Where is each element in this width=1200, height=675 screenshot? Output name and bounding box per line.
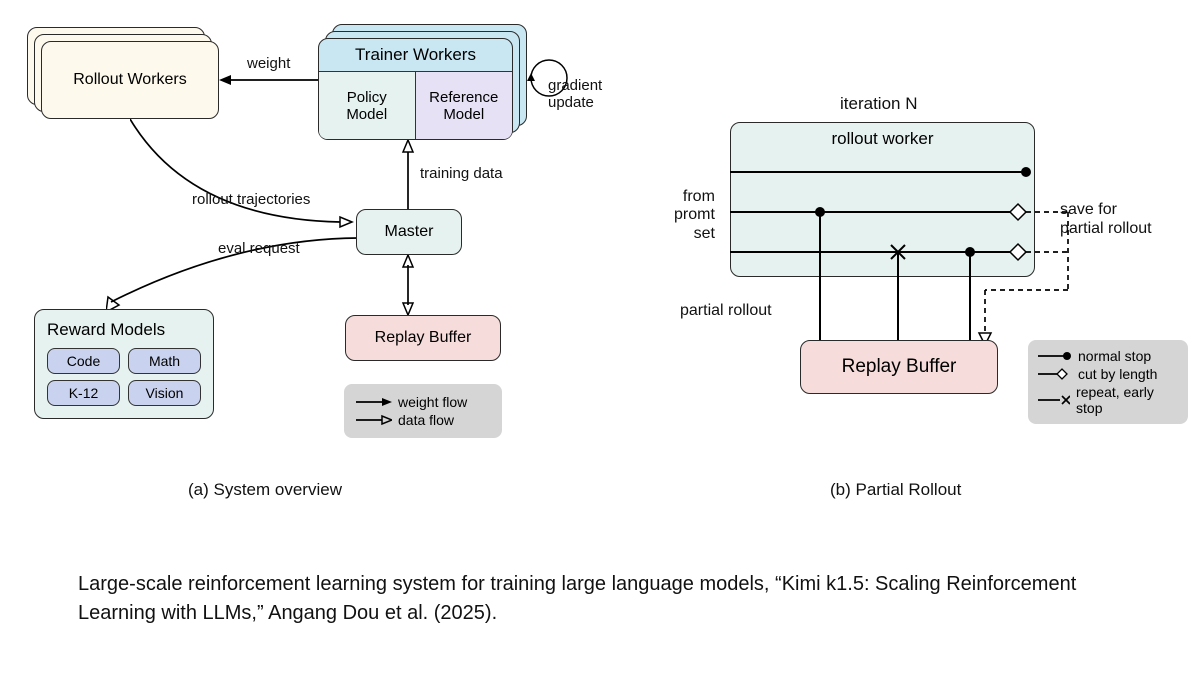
legend-cut-by-length: cut by length	[1038, 366, 1178, 382]
weight-label: weight	[247, 55, 290, 72]
legend-repeat-early-stop: repeat, early stop	[1038, 384, 1178, 416]
legend-weight-flow: weight flow	[356, 394, 490, 410]
reward-models-box: Reward Models Code Math K-12 Vision	[34, 309, 214, 419]
rollout-trajectories-arrow	[130, 119, 355, 229]
from-prompt-set-label: from promt set	[674, 188, 715, 243]
legend-b: normal stop cut by length repeat, early …	[1028, 340, 1188, 424]
trainer-workers-title: Trainer Workers	[319, 39, 512, 72]
replay-buffer-a-label: Replay Buffer	[375, 329, 472, 347]
caption-b: (b) Partial Rollout	[830, 480, 961, 500]
replay-buffer-b-label: Replay Buffer	[842, 356, 957, 378]
rollout-worker-label: rollout worker	[831, 129, 933, 149]
eval-request-label: eval request	[218, 240, 300, 257]
reward-pill-vision: Vision	[128, 380, 201, 406]
rollout-trajectories-label: rollout trajectories	[192, 191, 310, 208]
rollout-workers-label: Rollout Workers	[73, 71, 187, 89]
reward-models-title: Reward Models	[47, 320, 165, 340]
legend-normal-stop: normal stop	[1038, 348, 1178, 364]
legend-data-flow: data flow	[356, 412, 490, 428]
replay-buffer-a-box: Replay Buffer	[345, 315, 501, 361]
reward-pill-code: Code	[47, 348, 120, 374]
reward-pill-math: Math	[128, 348, 201, 374]
training-data-label: training data	[420, 165, 503, 182]
master-replay-arrow	[398, 255, 418, 315]
caption-a: (a) System overview	[188, 480, 342, 500]
master-box: Master	[356, 209, 462, 255]
rollout-workers-box: Rollout Workers	[41, 41, 219, 119]
reward-pill-k12: K-12	[47, 380, 120, 406]
replay-buffer-b-box: Replay Buffer	[800, 340, 998, 394]
citation-text: Large-scale reinforcement learning syste…	[78, 570, 1138, 628]
gradient-update-label: gradient update	[548, 78, 602, 111]
training-data-arrow	[398, 140, 418, 210]
iteration-label: iteration N	[840, 94, 917, 114]
legend-a: weight flow data flow	[344, 384, 502, 438]
weight-arrow	[219, 70, 318, 90]
reference-model-box: Reference Model	[416, 72, 513, 139]
master-label: Master	[385, 223, 434, 241]
